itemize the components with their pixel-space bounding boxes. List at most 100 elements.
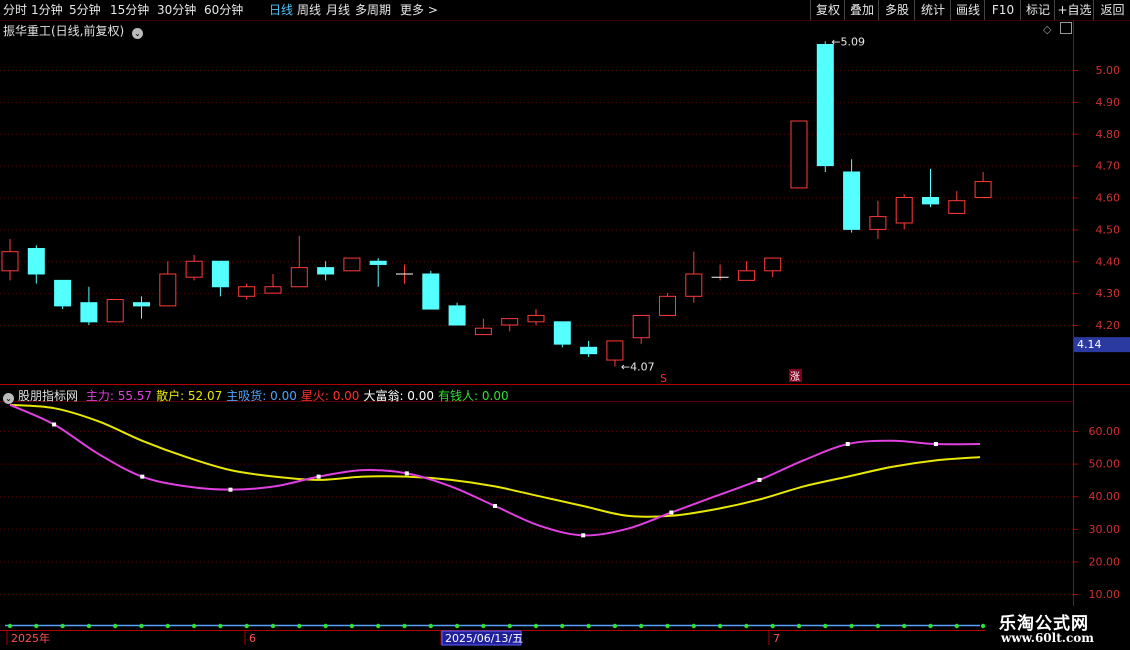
signal-dot <box>139 623 144 629</box>
candle <box>369 258 387 287</box>
signal-dot <box>533 623 539 629</box>
candle <box>764 257 782 278</box>
candle <box>317 261 335 281</box>
indicator-field-0: 主力: 55.57 <box>85 389 153 403</box>
candle <box>1 238 19 281</box>
candle <box>790 120 808 189</box>
signal-dot <box>60 623 65 629</box>
indicator-field-5: 有钱人: 0.00 <box>438 389 509 403</box>
indicator-field-3: 星火: 0.00 <box>300 389 360 403</box>
candle <box>580 340 598 357</box>
candle <box>843 159 861 233</box>
candle-body <box>843 171 861 230</box>
signal-dot <box>481 623 486 629</box>
candle <box>869 200 887 239</box>
signal-dot <box>270 623 276 629</box>
window-toggle-icon[interactable] <box>1060 22 1072 34</box>
candle-body <box>290 267 308 288</box>
candle <box>895 194 913 230</box>
candle <box>80 286 98 325</box>
indicator-point <box>581 533 586 538</box>
signal-dot <box>7 623 13 629</box>
candle-body <box>238 286 256 297</box>
signal-dot <box>244 623 249 629</box>
candle-body <box>80 302 98 323</box>
diamond-icon[interactable]: ◇ <box>1043 23 1051 36</box>
indicator-point <box>669 510 674 515</box>
candle <box>264 274 282 294</box>
candle <box>816 41 834 172</box>
price-tick-label: 4.50 <box>1096 223 1121 236</box>
candle-body <box>501 318 519 326</box>
candle-body <box>659 295 676 316</box>
candle <box>974 172 992 198</box>
signal-dot <box>954 623 959 629</box>
chart-canvas: 60.00 50.00 40.00 30.00 20.00 10.00 5.00 4.90 4… <box>0 21 1130 646</box>
signal-dot <box>849 623 854 629</box>
candle-body <box>790 120 808 189</box>
date-label: 7 <box>773 632 780 645</box>
price-tick-label: 4.20 <box>1096 319 1121 332</box>
high-price-annotation: ←5.09 <box>831 35 865 48</box>
signal-dot <box>770 623 775 629</box>
price-tick-label: 5.00 <box>1096 64 1121 77</box>
indicator-layer: 60.00 50.00 40.00 30.00 20.00 10.00 <box>0 403 1121 629</box>
signal-dot <box>428 623 433 629</box>
current-price-label: 4.14 <box>1077 338 1102 351</box>
signal-dot <box>639 623 644 629</box>
price-tick-label: 4.60 <box>1096 192 1121 205</box>
signal-dot <box>113 623 118 629</box>
indicator-point <box>845 442 850 447</box>
signal-dot <box>191 623 197 629</box>
candle <box>711 264 729 281</box>
signal-dot <box>507 623 512 629</box>
signal-zhang-marker: 涨 <box>790 371 800 383</box>
signal-dot <box>875 623 881 629</box>
signal-dot <box>744 623 749 629</box>
candle-body <box>211 260 229 288</box>
candle-body <box>369 260 387 265</box>
indicator-tick-label: 10.00 <box>1089 588 1121 601</box>
candle <box>553 321 571 348</box>
logo-url: www.60lt.com <box>1001 631 1094 645</box>
signal-dot <box>796 623 802 629</box>
candle <box>211 260 229 297</box>
indicator-point <box>493 503 497 508</box>
candle-layer <box>1 41 992 367</box>
indicator-tick-label: 60.00 <box>1089 425 1121 438</box>
indicator-tick-label: 20.00 <box>1089 555 1121 568</box>
indicator-point <box>316 474 321 479</box>
candle-body <box>948 200 966 214</box>
price-tick-label: 4.90 <box>1096 96 1121 109</box>
candle-body <box>685 273 703 297</box>
indicator-point <box>140 474 145 479</box>
candle <box>185 254 203 281</box>
indicator-tick-label: 30.00 <box>1089 523 1121 536</box>
candle-body <box>264 286 282 294</box>
candle <box>448 302 466 326</box>
chevron-down-icon[interactable]: ⌄ <box>3 393 14 404</box>
candle <box>685 251 703 303</box>
candle <box>632 314 650 345</box>
candle <box>737 261 755 281</box>
indicator-field-2: 主吸货: 0.00 <box>226 389 297 403</box>
signal-s-marker: S <box>660 372 667 385</box>
indicator-line-散户 <box>9 403 981 518</box>
signal-dot <box>665 623 670 629</box>
candle <box>343 257 361 272</box>
date-label: 2025/06/13/五 <box>445 632 523 645</box>
indicator-point <box>404 471 409 476</box>
indicator-point <box>757 477 762 482</box>
signal-dot <box>218 623 223 629</box>
candle <box>396 264 413 284</box>
candle <box>27 245 45 284</box>
signal-dot <box>691 623 696 629</box>
site-logo: 乐淘公式网 www.60lt.com <box>985 606 1130 650</box>
signal-dot <box>402 623 407 629</box>
price-tick-label: 4.80 <box>1096 128 1121 141</box>
candle-body <box>133 302 150 307</box>
signal-dot <box>34 623 39 629</box>
signal-dot <box>349 623 355 629</box>
candle <box>422 270 440 310</box>
candle-body <box>922 197 939 205</box>
